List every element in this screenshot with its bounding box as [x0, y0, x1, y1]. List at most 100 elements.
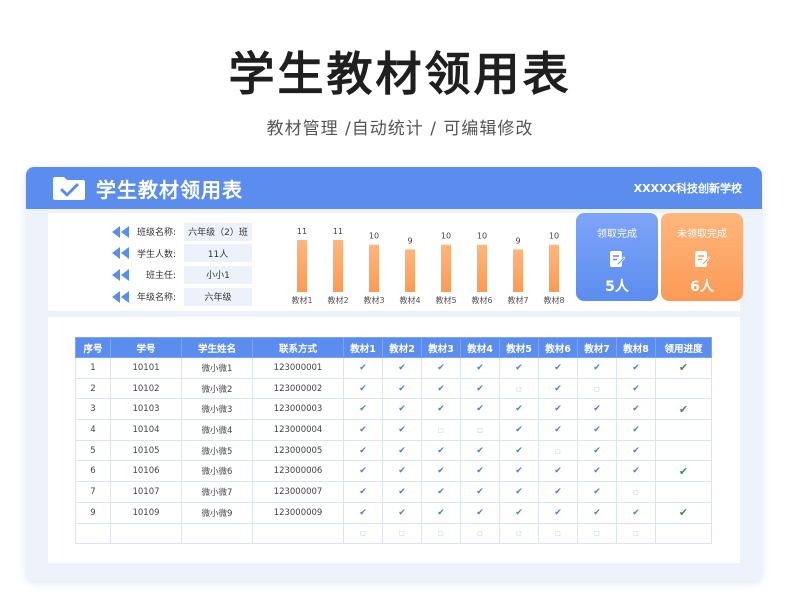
textbook-bar-chart: 11 教材1 11 教材2 10 教材3 9 教材4 10 教材5 10 教材6 9 教材7 10 教材8: [291, 227, 564, 305]
cell-phone: 123000007: [252, 481, 344, 503]
progress-cell: [655, 377, 712, 400]
checkmark-icon: ✔: [398, 383, 406, 394]
textbook-checkbox[interactable]: ✔: [421, 357, 461, 379]
textbook-checkbox[interactable]: ✔: [577, 439, 617, 462]
textbook-checkbox[interactable]: ✔: [421, 501, 461, 524]
textbook-checkbox[interactable]: □: [460, 419, 500, 441]
textbook-checkbox[interactable]: ✔: [577, 357, 617, 379]
checkmark-icon: ✔: [515, 404, 523, 415]
cell-name: 微小微6: [181, 460, 253, 483]
textbook-checkbox[interactable]: ✔: [460, 501, 500, 524]
textbook-checkbox[interactable]: ✔: [382, 357, 422, 379]
progress-cell: [655, 419, 712, 441]
textbook-checkbox[interactable]: ✔: [616, 419, 656, 441]
textbook-checkbox[interactable]: ✔: [421, 439, 461, 462]
textbook-checkbox[interactable]: □: [499, 522, 539, 545]
textbook-checkbox[interactable]: ✔: [382, 439, 422, 462]
textbook-checkbox[interactable]: ✔: [499, 439, 539, 462]
textbook-checkbox[interactable]: ✔: [421, 398, 461, 421]
textbook-checkbox[interactable]: ✔: [382, 419, 422, 441]
textbook-checkbox[interactable]: □: [538, 522, 578, 545]
bar-value-label: 10: [477, 232, 487, 241]
textbook-checkbox[interactable]: ✔: [499, 357, 539, 379]
textbook-checkbox[interactable]: ✔: [538, 377, 578, 400]
textbook-checkbox[interactable]: □: [460, 522, 500, 545]
sheet-header: 学生教材领用表 XXXXX科技创新学校: [26, 167, 762, 209]
textbook-checkbox[interactable]: ✔: [616, 439, 656, 462]
textbook-checkbox[interactable]: ✔: [538, 357, 578, 379]
undone-stat-card: 未领取完成 6人: [661, 213, 743, 301]
done-stat-label: 领取完成: [597, 229, 637, 240]
textbook-checkbox[interactable]: ✔: [460, 398, 500, 421]
checkmark-icon: ✔: [515, 424, 523, 435]
textbook-checkbox[interactable]: ✔: [616, 398, 656, 421]
textbook-checkbox[interactable]: ✔: [343, 460, 383, 483]
textbook-checkbox[interactable]: ✔: [382, 501, 422, 524]
textbook-checkbox[interactable]: ✔: [343, 481, 383, 503]
textbook-checkbox[interactable]: ✔: [499, 501, 539, 524]
textbook-checkbox[interactable]: ✔: [499, 419, 539, 441]
textbook-checkbox[interactable]: □: [499, 377, 539, 400]
textbook-checkbox[interactable]: ✔: [343, 377, 383, 400]
textbook-checkbox[interactable]: ✔: [538, 481, 578, 503]
textbook-checkbox[interactable]: ✔: [577, 419, 617, 441]
textbook-checkbox[interactable]: □: [616, 481, 656, 503]
textbook-checkbox[interactable]: ✔: [499, 481, 539, 503]
textbook-checkbox[interactable]: ✔: [577, 481, 617, 503]
cell-id: 10102: [110, 377, 182, 400]
textbook-checkbox[interactable]: ✔: [460, 481, 500, 503]
textbook-checkbox[interactable]: ✔: [577, 460, 617, 483]
textbook-checkbox[interactable]: ✔: [382, 377, 422, 400]
empty-box-icon: □: [438, 530, 444, 538]
textbook-checkbox[interactable]: ✔: [382, 481, 422, 503]
checkmark-icon: ✔: [398, 507, 406, 518]
textbook-checkbox[interactable]: □: [538, 439, 578, 462]
textbook-checkbox[interactable]: ✔: [616, 460, 656, 483]
empty-box-icon: □: [633, 488, 639, 496]
class-info: 班级名称: 六年级（2）班 学生人数: 11人 班主任: 小小1 年级名称: 六年级: [112, 221, 280, 308]
textbook-checkbox[interactable]: ✔: [382, 398, 422, 421]
textbook-checkbox[interactable]: □: [421, 522, 461, 545]
cell-id: 10105: [110, 439, 182, 462]
textbook-checkbox[interactable]: ✔: [343, 398, 383, 421]
textbook-checkbox[interactable]: ✔: [616, 501, 656, 524]
textbook-checkbox[interactable]: □: [343, 522, 383, 545]
textbook-checkbox[interactable]: ✔: [538, 419, 578, 441]
textbook-checkbox[interactable]: ✔: [499, 460, 539, 483]
checkmark-icon: ✔: [515, 466, 523, 477]
textbook-checkbox[interactable]: ✔: [460, 439, 500, 462]
textbook-checkbox[interactable]: ✔: [616, 377, 656, 400]
textbook-checkbox[interactable]: ✔: [421, 377, 461, 400]
textbook-checkbox[interactable]: ✔: [421, 481, 461, 503]
textbook-checkbox[interactable]: ✔: [343, 439, 383, 462]
textbook-checkbox[interactable]: □: [421, 419, 461, 441]
textbook-checkbox[interactable]: ✔: [460, 377, 500, 400]
textbook-checkbox[interactable]: ✔: [616, 357, 656, 379]
textbook-checkbox[interactable]: ✔: [343, 357, 383, 379]
undone-stat-label: 未领取完成: [677, 229, 727, 240]
textbook-checkbox[interactable]: ✔: [343, 419, 383, 441]
textbook-checkbox[interactable]: ✔: [460, 460, 500, 483]
info-row: 班级名称: 六年级（2）班: [112, 221, 280, 242]
textbook-checkbox[interactable]: ✔: [538, 398, 578, 421]
checkmark-icon: ✔: [359, 362, 367, 373]
textbook-checkbox[interactable]: ✔: [499, 398, 539, 421]
textbook-checkbox[interactable]: ✔: [421, 460, 461, 483]
checkmark-icon: ✔: [437, 466, 445, 477]
textbook-checkbox[interactable]: ✔: [577, 501, 617, 524]
textbook-checkbox[interactable]: □: [616, 522, 656, 545]
checkmark-icon: ✔: [593, 466, 601, 477]
textbook-checkbox[interactable]: ✔: [460, 357, 500, 379]
textbook-checkbox[interactable]: ✔: [538, 460, 578, 483]
info-row: 年级名称: 六年级: [112, 286, 280, 307]
textbook-checkbox[interactable]: □: [382, 522, 422, 545]
textbook-checkbox[interactable]: □: [577, 522, 617, 545]
textbook-checkbox[interactable]: ✔: [343, 501, 383, 524]
bar-category-label: 教材1: [291, 295, 312, 305]
cell-no: 1: [75, 357, 111, 379]
cell-no: 4: [75, 419, 111, 441]
textbook-checkbox[interactable]: □: [577, 377, 617, 400]
textbook-checkbox[interactable]: ✔: [577, 398, 617, 421]
textbook-checkbox[interactable]: ✔: [538, 501, 578, 524]
textbook-checkbox[interactable]: ✔: [382, 460, 422, 483]
